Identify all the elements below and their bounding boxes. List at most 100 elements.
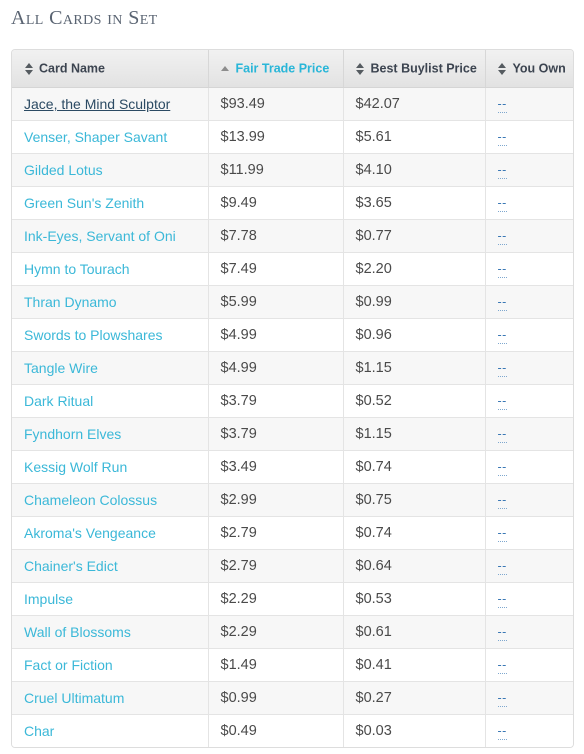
cell-best-buylist-price: $0.75: [343, 483, 486, 517]
you-own-link[interactable]: --: [497, 725, 507, 740]
cell-card-name: Chameleon Colossus: [12, 483, 209, 517]
table-row: Wall of Blossoms $2.29 $0.61 --: [12, 615, 573, 649]
you-own-link[interactable]: --: [497, 98, 507, 113]
cell-fair-trade-price: $2.79: [208, 516, 344, 550]
cell-you-own: --: [485, 351, 573, 385]
table-row: Kessig Wolf Run $3.49 $0.74 --: [12, 450, 573, 484]
table-row: Ink-Eyes, Servant of Oni $7.78 $0.77 --: [12, 219, 573, 253]
table-row: Chainer's Edict $2.79 $0.64 --: [12, 549, 573, 583]
column-header-fair-trade-price[interactable]: Fair Trade Price: [208, 50, 344, 88]
table-row: Tangle Wire $4.99 $1.15 --: [12, 351, 573, 385]
card-name-link[interactable]: Thran Dynamo: [24, 294, 117, 310]
table-header: Card Name Fair Trade Price Best Buylist …: [12, 50, 573, 88]
card-name-link[interactable]: Fyndhorn Elves: [24, 426, 121, 442]
cell-you-own: --: [485, 549, 573, 583]
card-name-link[interactable]: Char: [24, 723, 54, 739]
cell-you-own: --: [485, 417, 573, 451]
card-name-link[interactable]: Tangle Wire: [24, 360, 98, 376]
cell-fair-trade-price: $2.29: [208, 582, 344, 616]
cell-card-name: Gilded Lotus: [12, 153, 209, 187]
card-name-link[interactable]: Gilded Lotus: [24, 162, 103, 178]
you-own-link[interactable]: --: [497, 626, 507, 641]
all-cards-in-set-page: All Cards in Set Card Name Fair Trade Pr…: [0, 0, 584, 754]
card-name-link[interactable]: Akroma's Vengeance: [24, 525, 156, 541]
you-own-link[interactable]: --: [497, 131, 507, 146]
card-name-link[interactable]: Hymn to Tourach: [24, 261, 130, 277]
cell-card-name: Wall of Blossoms: [12, 615, 209, 649]
cell-card-name: Venser, Shaper Savant: [12, 120, 209, 154]
you-own-link[interactable]: --: [497, 395, 507, 410]
column-header-you-own[interactable]: You Own: [485, 50, 573, 88]
cell-best-buylist-price: $1.15: [343, 351, 486, 385]
you-own-link[interactable]: --: [497, 428, 507, 443]
table-row: Hymn to Tourach $7.49 $2.20 --: [12, 252, 573, 286]
column-header-label: Best Buylist Price: [370, 61, 477, 76]
cell-fair-trade-price: $93.49: [208, 87, 344, 121]
card-name-link[interactable]: Green Sun's Zenith: [24, 195, 144, 211]
cell-you-own: --: [485, 252, 573, 286]
you-own-link[interactable]: --: [497, 461, 507, 476]
you-own-link[interactable]: --: [497, 230, 507, 245]
cell-card-name: Dark Ritual: [12, 384, 209, 418]
you-own-link[interactable]: --: [497, 164, 507, 179]
card-name-link[interactable]: Cruel Ultimatum: [24, 690, 124, 706]
card-name-link[interactable]: Chameleon Colossus: [24, 492, 157, 508]
table-header-row: Card Name Fair Trade Price Best Buylist …: [12, 50, 573, 88]
card-name-link[interactable]: Jace, the Mind Sculptor: [24, 96, 170, 112]
you-own-link[interactable]: --: [497, 197, 507, 212]
cell-best-buylist-price: $2.20: [343, 252, 486, 286]
card-name-link[interactable]: Ink-Eyes, Servant of Oni: [24, 228, 176, 244]
cell-you-own: --: [485, 153, 573, 187]
cell-card-name: Ink-Eyes, Servant of Oni: [12, 219, 209, 253]
cell-you-own: --: [485, 186, 573, 220]
you-own-link[interactable]: --: [497, 560, 507, 575]
you-own-link[interactable]: --: [497, 263, 507, 278]
cell-best-buylist-price: $0.03: [343, 714, 486, 747]
cell-best-buylist-price: $0.64: [343, 549, 486, 583]
cell-fair-trade-price: $3.79: [208, 417, 344, 451]
card-name-link[interactable]: Chainer's Edict: [24, 558, 118, 574]
cell-you-own: --: [485, 285, 573, 319]
cell-best-buylist-price: $0.27: [343, 681, 486, 715]
cell-card-name: Fyndhorn Elves: [12, 417, 209, 451]
column-header-card-name[interactable]: Card Name: [12, 50, 209, 88]
table-row: Fact or Fiction $1.49 $0.41 --: [12, 648, 573, 682]
you-own-link[interactable]: --: [497, 527, 507, 542]
cell-best-buylist-price: $4.10: [343, 153, 486, 187]
cell-fair-trade-price: $2.29: [208, 615, 344, 649]
table-row: Fyndhorn Elves $3.79 $1.15 --: [12, 417, 573, 451]
cell-fair-trade-price: $9.49: [208, 186, 344, 220]
cell-fair-trade-price: $5.99: [208, 285, 344, 319]
sort-asc-icon: [221, 66, 230, 72]
cell-fair-trade-price: $0.49: [208, 714, 344, 747]
cell-best-buylist-price: $0.41: [343, 648, 486, 682]
card-name-link[interactable]: Dark Ritual: [24, 393, 93, 409]
cell-card-name: Hymn to Tourach: [12, 252, 209, 286]
column-header-label: Fair Trade Price: [235, 61, 330, 76]
you-own-link[interactable]: --: [497, 362, 507, 377]
you-own-link[interactable]: --: [497, 659, 507, 674]
you-own-link[interactable]: --: [497, 329, 507, 344]
table-row: Swords to Plowshares $4.99 $0.96 --: [12, 318, 573, 352]
table-row: Jace, the Mind Sculptor $93.49 $42.07 --: [12, 87, 573, 121]
cell-best-buylist-price: $0.77: [343, 219, 486, 253]
column-header-best-buylist-price[interactable]: Best Buylist Price: [343, 50, 486, 88]
cell-best-buylist-price: $0.96: [343, 318, 486, 352]
cell-you-own: --: [485, 615, 573, 649]
card-name-link[interactable]: Wall of Blossoms: [24, 624, 131, 640]
you-own-link[interactable]: --: [497, 494, 507, 509]
card-name-link[interactable]: Fact or Fiction: [24, 657, 113, 673]
cell-fair-trade-price: $1.49: [208, 648, 344, 682]
card-name-link[interactable]: Kessig Wolf Run: [24, 459, 127, 475]
cell-fair-trade-price: $7.49: [208, 252, 344, 286]
card-name-link[interactable]: Swords to Plowshares: [24, 327, 163, 343]
you-own-link[interactable]: --: [497, 296, 507, 311]
card-name-link[interactable]: Venser, Shaper Savant: [24, 129, 167, 145]
cell-you-own: --: [485, 582, 573, 616]
cell-fair-trade-price: $3.49: [208, 450, 344, 484]
you-own-link[interactable]: --: [497, 692, 507, 707]
card-name-link[interactable]: Impulse: [24, 591, 73, 607]
cell-you-own: --: [485, 648, 573, 682]
cell-best-buylist-price: $0.52: [343, 384, 486, 418]
you-own-link[interactable]: --: [497, 593, 507, 608]
